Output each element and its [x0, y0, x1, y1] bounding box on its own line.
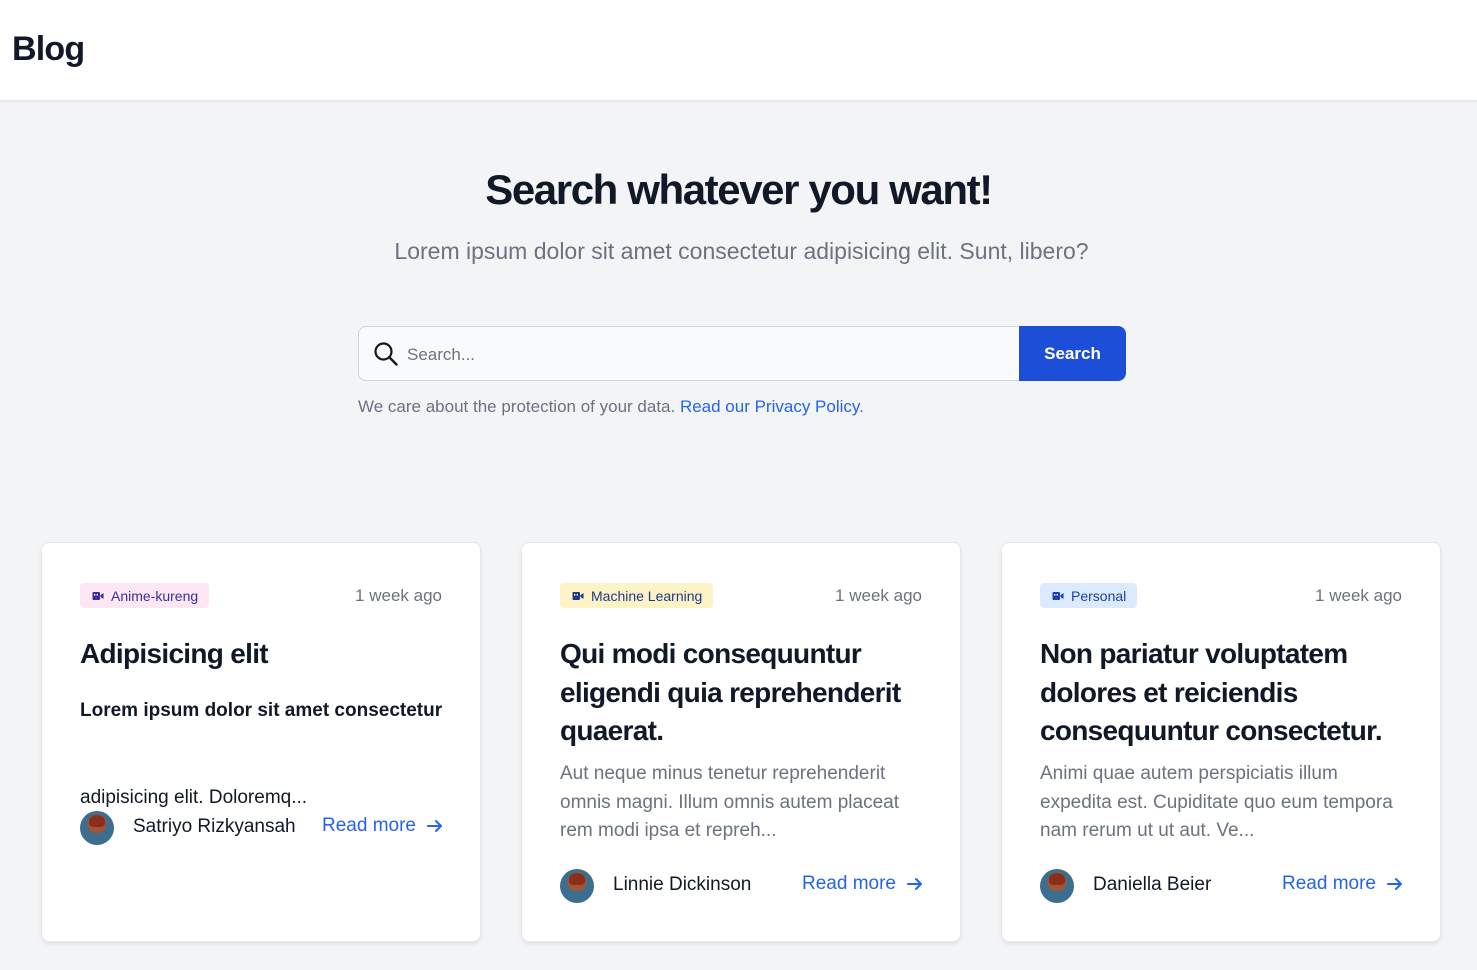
avatar [560, 869, 594, 903]
arrow-right-icon [427, 820, 442, 832]
post-excerpt-heading: Lorem ipsum dolor sit amet consectetur [80, 700, 443, 721]
read-more-link[interactable]: Read more [802, 873, 924, 895]
read-more-link[interactable]: Read more [322, 815, 444, 837]
post-excerpt: Aut neque minus tenetur reprehenderit om… [560, 763, 899, 841]
hero-subtitle: Lorem ipsum dolor sit amet consectetur a… [394, 238, 1089, 264]
privacy-suffix: . [859, 397, 864, 416]
post-excerpt: Animi quae autem perspiciatis illum expe… [1040, 763, 1393, 841]
privacy-note: We care about the protection of your dat… [358, 397, 864, 417]
privacy-policy-link[interactable]: Read our Privacy Policy [680, 397, 859, 416]
read-more-label: Read more [1282, 873, 1376, 894]
post-title[interactable]: Adipisicing elit [80, 635, 450, 674]
blog-card: Anime-kureng 1 week ago Adipisicing elit… [41, 542, 481, 942]
author-name: Linnie Dickinson [613, 874, 752, 895]
author-row: Daniella Beier Read more [1040, 869, 1404, 903]
search-input[interactable] [407, 341, 1007, 368]
video-camera-icon [572, 591, 584, 600]
post-title[interactable]: Qui modi consequuntur eligendi quia repr… [560, 635, 930, 751]
search-form: Search [358, 326, 1126, 381]
arrow-right-icon [1387, 878, 1402, 890]
category-label: Anime-kureng [111, 587, 199, 604]
category-badge[interactable]: Machine Learning [560, 583, 714, 608]
read-more-link[interactable]: Read more [1282, 873, 1404, 895]
author-row: Satriyo Rizkyansah Read more [80, 811, 444, 845]
video-camera-icon [1052, 591, 1064, 600]
post-title[interactable]: Non pariatur voluptatem dolores et reici… [1040, 635, 1410, 751]
search-field[interactable] [358, 326, 1020, 381]
hero-title: Search whatever you want! [485, 166, 993, 213]
avatar [1040, 869, 1074, 903]
post-time: 1 week ago [355, 586, 442, 605]
search-button[interactable]: Search [1019, 326, 1126, 381]
arrow-right-icon [907, 878, 922, 890]
blog-card: Personal 1 week ago Non pariatur volupta… [1001, 542, 1441, 942]
author-row: Linnie Dickinson Read more [560, 869, 924, 903]
category-badge[interactable]: Personal [1040, 583, 1138, 608]
read-more-label: Read more [802, 873, 896, 894]
category-label: Machine Learning [591, 587, 703, 604]
post-time: 1 week ago [835, 586, 922, 605]
video-camera-icon [92, 591, 104, 600]
post-time: 1 week ago [1315, 586, 1402, 605]
author-name: Daniella Beier [1093, 874, 1212, 895]
category-badge[interactable]: Anime-kureng [80, 583, 210, 608]
blog-card: Machine Learning 1 week ago Qui modi con… [521, 542, 961, 942]
brand-logo-text[interactable]: Blog [12, 30, 85, 69]
read-more-label: Read more [322, 815, 416, 836]
avatar [80, 811, 114, 845]
category-label: Personal [1071, 587, 1127, 604]
post-excerpt: adipisicing elit. Doloremq... [80, 787, 308, 808]
search-icon [374, 342, 398, 366]
privacy-text: We care about the protection of your dat… [358, 397, 680, 416]
author-name: Satriyo Rizkyansah [133, 816, 296, 837]
top-navbar: Blog [0, 0, 1477, 101]
